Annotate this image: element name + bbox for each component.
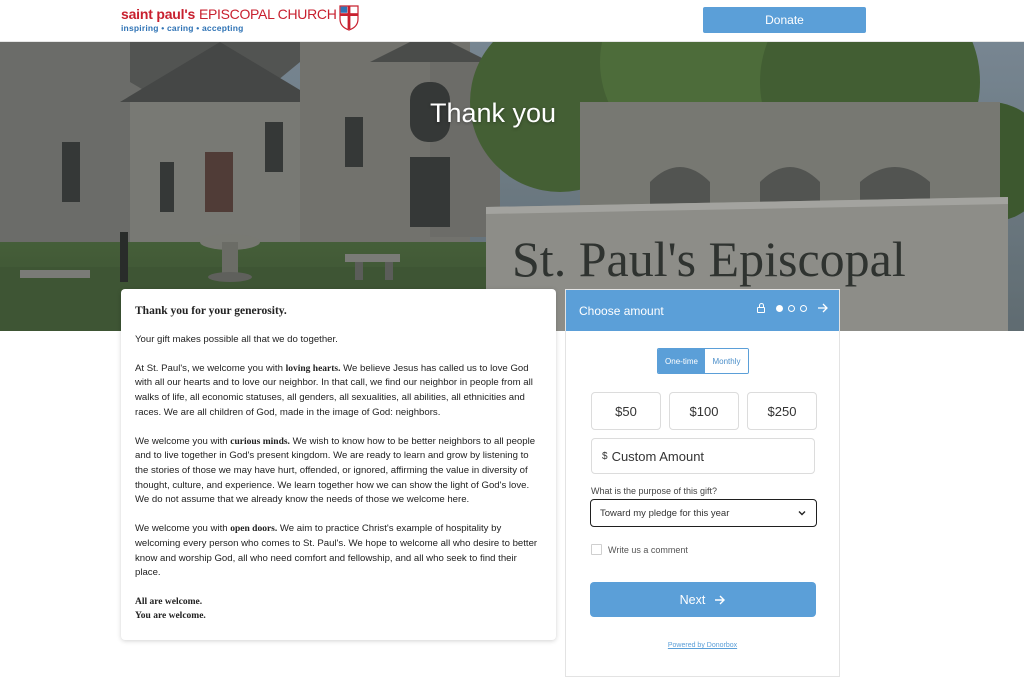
thank-you-message-card: Thank you for your generosity. Your gift…: [121, 289, 556, 640]
message-heading: Thank you for your generosity.: [135, 305, 287, 317]
hero-title: Thank you: [429, 98, 557, 128]
logo-church: EPISCOPAL CHURCH: [198, 6, 337, 22]
step-dot-3: [800, 304, 807, 312]
emphasis-curious-minds: curious minds.: [230, 436, 290, 447]
closing-you-welcome: You are welcome.: [135, 611, 206, 622]
hero-banner: St. Paul's Episcopal Thank you: [0, 42, 1024, 331]
amount-options: $50 $100 $250: [591, 392, 817, 430]
message-paragraph-open-doors: We welcome you with open doors. We aim t…: [135, 523, 538, 579]
site-header: saint paul's EPISCOPAL CHURCH inspiring …: [0, 0, 1024, 42]
amount-50-button[interactable]: $50: [591, 392, 661, 430]
hero-church-photo: St. Paul's Episcopal: [0, 42, 1024, 331]
frequency-monthly[interactable]: Monthly: [705, 349, 748, 373]
chevron-down-icon: [798, 511, 806, 516]
purpose-label: What is the purpose of this gift?: [591, 486, 718, 496]
currency-symbol: $: [602, 450, 608, 462]
donation-widget: Choose amount One-time Monthly $50 $100 …: [565, 289, 840, 677]
logo-name: saint paul's: [121, 6, 196, 22]
closing-all-welcome: All are welcome.: [135, 597, 203, 608]
comment-checkbox[interactable]: [591, 544, 602, 555]
widget-header: Choose amount: [566, 290, 839, 331]
message-paragraph-curious-minds: We welcome you with curious minds. We wi…: [135, 435, 536, 506]
church-logo[interactable]: saint paul's EPISCOPAL CHURCH inspiring …: [121, 5, 359, 37]
next-label: Next: [679, 592, 706, 607]
custom-amount-placeholder: Custom Amount: [611, 448, 705, 464]
step-dot-2: [788, 304, 795, 312]
step-indicator: [757, 303, 829, 313]
comment-label[interactable]: Write us a comment: [608, 545, 688, 555]
frequency-toggle: One-time Monthly: [657, 348, 749, 374]
arrow-right-icon: [715, 595, 726, 604]
powered-by-link[interactable]: Powered by Donorbox: [566, 642, 839, 649]
frequency-one-time[interactable]: One-time: [658, 349, 705, 373]
purpose-selected-value: Toward my pledge for this year: [600, 507, 730, 519]
amount-100-button[interactable]: $100: [669, 392, 739, 430]
next-button[interactable]: Next: [590, 582, 816, 617]
comment-option[interactable]: Write us a comment: [591, 544, 688, 555]
emphasis-loving-hearts: loving hearts.: [285, 363, 341, 374]
cross-shield-icon: [338, 5, 359, 31]
lock-icon: [757, 303, 765, 313]
custom-amount-input[interactable]: $ Custom Amount: [591, 438, 815, 474]
logo-tagline: inspiring • caring • accepting: [121, 23, 244, 33]
message-intro: Your gift makes possible all that we do …: [135, 333, 338, 345]
step-dot-1: [776, 304, 783, 312]
amount-250-button[interactable]: $250: [747, 392, 817, 430]
purpose-select[interactable]: Toward my pledge for this year: [590, 499, 817, 527]
logo-text: saint paul's EPISCOPAL CHURCH inspiring …: [121, 6, 337, 34]
emphasis-open-doors: open doors.: [230, 524, 278, 535]
donate-button[interactable]: Donate: [703, 7, 866, 33]
arrow-right-icon[interactable]: [817, 303, 829, 313]
widget-title: Choose amount: [579, 303, 664, 318]
message-paragraph-loving-hearts: At St. Paul's, we welcome you with lovin…: [135, 362, 533, 418]
